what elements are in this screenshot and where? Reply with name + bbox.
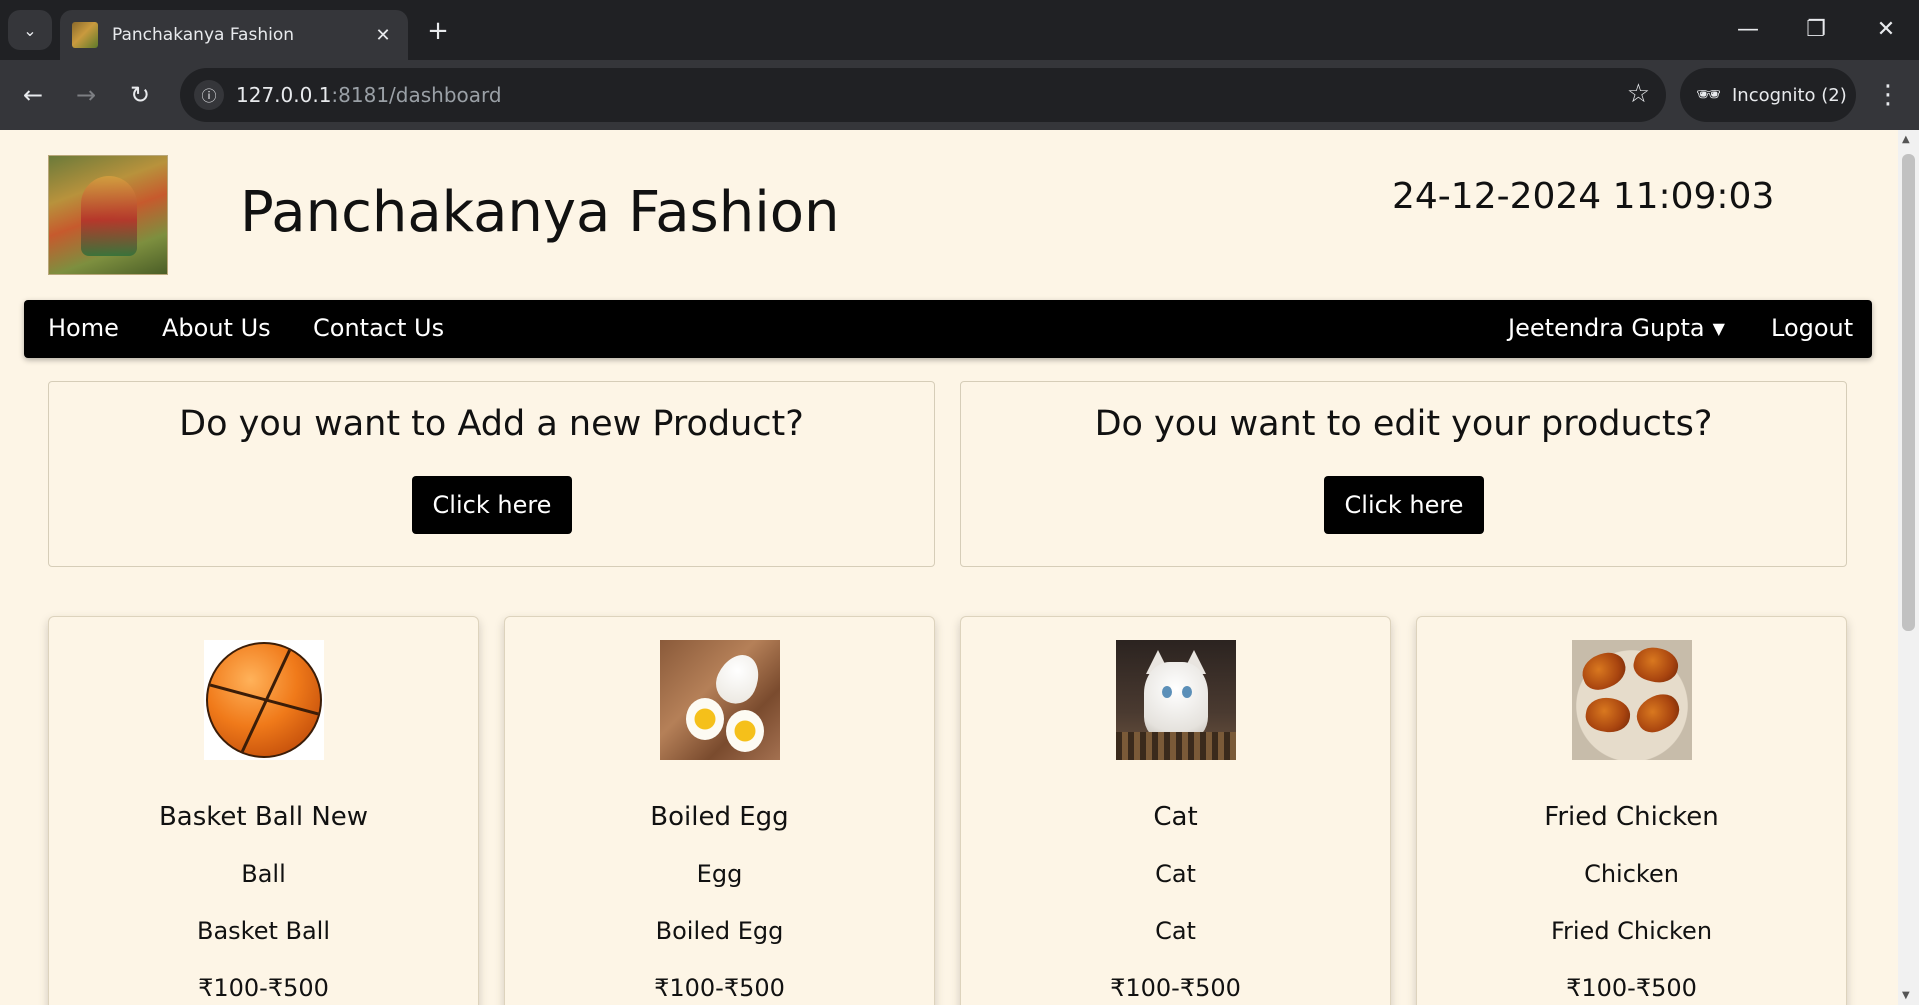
browser-titlebar: ⌄ Panchakanya Fashion ✕ + — ❐ ✕: [0, 0, 1919, 60]
scrollbar-thumb[interactable]: [1902, 154, 1915, 631]
scroll-up-icon[interactable]: ▲: [1902, 134, 1910, 145]
scroll-down-icon[interactable]: ▼: [1902, 990, 1910, 1001]
restore-icon[interactable]: ❐: [1786, 6, 1846, 52]
product-category: Cat: [1155, 860, 1196, 888]
reload-icon[interactable]: ↻: [122, 77, 158, 113]
product-price: ₹100-₹500: [654, 974, 785, 1002]
logout-link[interactable]: Logout: [1771, 314, 1853, 342]
nav-about-link[interactable]: About Us: [162, 314, 271, 342]
user-name: Jeetendra Gupta: [1508, 314, 1705, 342]
incognito-icon: 🕶: [1696, 82, 1722, 106]
arrow-left-icon[interactable]: ←: [15, 77, 51, 113]
product-price: ₹100-₹500: [1110, 974, 1241, 1002]
browser-toolbar: ← → ↻ ⓘ 127.0.0.1:8181/dashboard ☆ 🕶 Inc…: [0, 60, 1919, 130]
product-category: Egg: [696, 860, 743, 888]
add-product-question: Do you want to Add a new Product?: [179, 404, 804, 444]
site-logo: [48, 155, 168, 275]
product-name: Cat: [1153, 802, 1198, 832]
incognito-button[interactable]: 🕶 Incognito (2): [1680, 68, 1856, 122]
site-title: Panchakanya Fashion: [240, 180, 840, 245]
url-host: 127.0.0.1: [236, 83, 332, 107]
tab-close-icon[interactable]: ✕: [370, 22, 396, 48]
add-product-button[interactable]: Click here: [412, 476, 572, 534]
product-description: Boiled Egg: [655, 917, 784, 945]
main-navbar: Home About Us Contact Us Jeetendra Gupta…: [24, 300, 1872, 358]
address-bar[interactable]: ⓘ 127.0.0.1:8181/dashboard ☆: [180, 68, 1666, 122]
minimize-icon[interactable]: —: [1718, 6, 1778, 52]
page-scrollbar[interactable]: ▲ ▼: [1898, 130, 1919, 1005]
caret-down-icon: ▼: [1712, 319, 1725, 338]
basketball-image: [204, 640, 324, 760]
product-description: Cat: [1155, 917, 1196, 945]
product-category: Chicken: [1584, 860, 1679, 888]
add-product-panel: Do you want to Add a new Product? Click …: [48, 381, 935, 567]
fried-chicken-image: [1572, 640, 1692, 760]
arrow-right-icon[interactable]: →: [68, 77, 104, 113]
product-name: Basket Ball New: [158, 802, 369, 832]
favicon-icon: [72, 22, 98, 48]
close-icon[interactable]: ✕: [1856, 6, 1916, 52]
info-icon[interactable]: ⓘ: [194, 80, 224, 110]
product-name: Fried Chicken: [1544, 802, 1719, 832]
product-card[interactable]: Basket Ball New Ball Basket Ball ₹100-₹5…: [48, 616, 479, 1005]
product-category: Ball: [241, 860, 286, 888]
browser-tab[interactable]: Panchakanya Fashion ✕: [60, 10, 408, 60]
new-tab-button[interactable]: +: [418, 14, 458, 48]
current-datetime: 24-12-2024 11:09:03: [1392, 176, 1775, 217]
three-dots-icon[interactable]: ⋮: [1870, 74, 1906, 116]
product-card[interactable]: Boiled Egg Egg Boiled Egg ₹100-₹500: [504, 616, 935, 1005]
user-dropdown[interactable]: Jeetendra Gupta ▼: [1508, 314, 1725, 342]
product-card[interactable]: Fried Chicken Chicken Fried Chicken ₹100…: [1416, 616, 1847, 1005]
star-icon[interactable]: ☆: [1627, 79, 1650, 109]
incognito-label: Incognito (2): [1732, 84, 1847, 106]
kitten-image: [1116, 640, 1236, 760]
edit-products-panel: Do you want to edit your products? Click…: [960, 381, 1847, 567]
product-price: ₹100-₹500: [198, 974, 329, 1002]
chevron-down-icon[interactable]: ⌄: [8, 10, 52, 50]
product-name: Boiled Egg: [650, 802, 789, 832]
edit-products-button[interactable]: Click here: [1324, 476, 1484, 534]
page-content: Panchakanya Fashion 24-12-2024 11:09:03 …: [0, 130, 1898, 1005]
product-description: Fried Chicken: [1550, 917, 1713, 945]
url-path: :8181/dashboard: [331, 83, 502, 107]
edit-products-question: Do you want to edit your products?: [1094, 404, 1713, 444]
tab-title: Panchakanya Fashion: [112, 25, 295, 45]
nav-home-link[interactable]: Home: [48, 314, 119, 342]
nav-contact-link[interactable]: Contact Us: [313, 314, 444, 342]
product-card[interactable]: Cat Cat Cat ₹100-₹500: [960, 616, 1391, 1005]
product-description: Basket Ball: [196, 917, 331, 945]
product-price: ₹100-₹500: [1566, 974, 1697, 1002]
boiled-egg-image: [660, 640, 780, 760]
url-text[interactable]: 127.0.0.1:8181/dashboard: [236, 83, 502, 107]
